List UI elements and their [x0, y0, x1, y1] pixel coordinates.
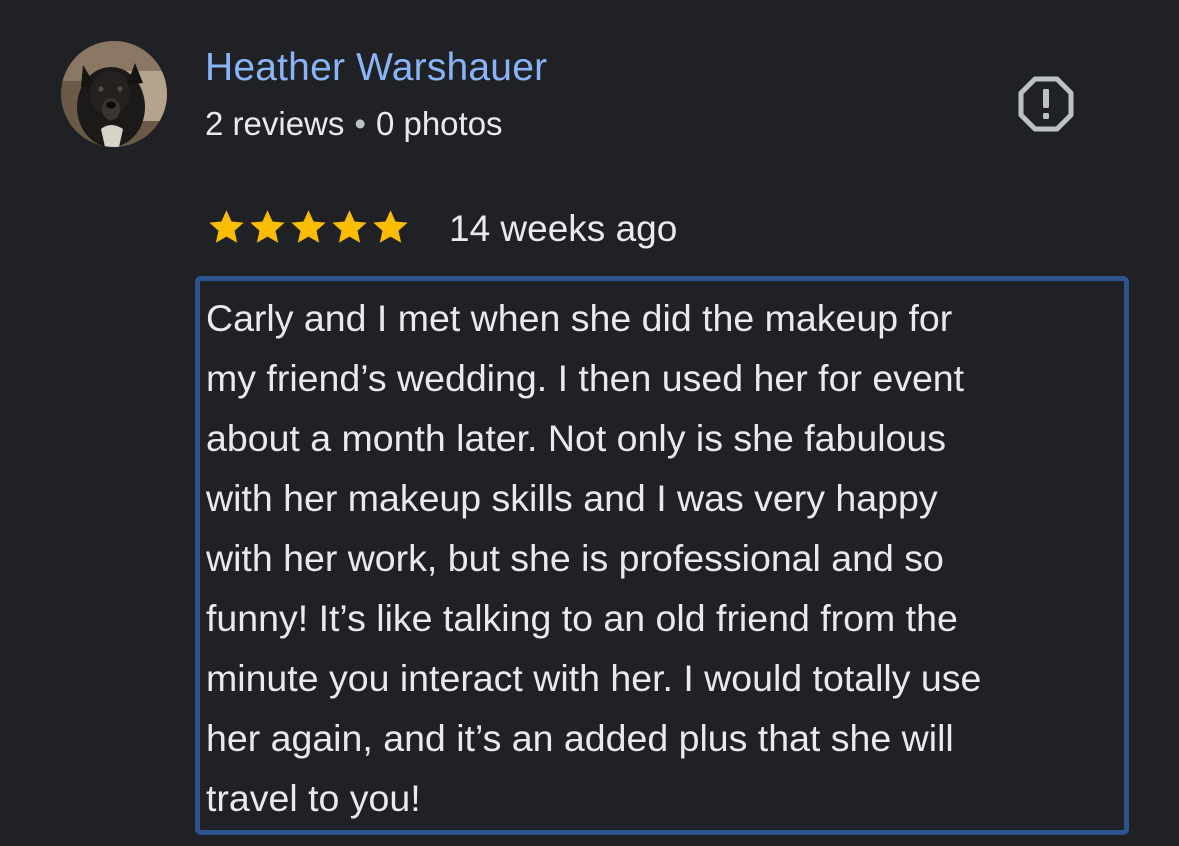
reviewer-avatar[interactable] [61, 41, 167, 147]
star-rating [206, 205, 411, 251]
star-icon [373, 210, 408, 243]
report-review-button[interactable] [1017, 75, 1075, 133]
reviews-count: 2 reviews [205, 105, 345, 142]
review-text: Carly and I met when she did the makeup … [206, 297, 982, 819]
reviewer-stats: 2 reviews • 0 photos [205, 102, 503, 146]
dog-avatar-image [61, 41, 167, 147]
reviewer-name[interactable]: Heather Warshauer [205, 44, 547, 92]
meta-separator: • [354, 105, 366, 142]
report-icon [1018, 76, 1074, 132]
review-date: 14 weeks ago [449, 208, 678, 249]
star-icon [291, 210, 326, 243]
star-icon [209, 210, 244, 243]
star-icon [250, 210, 285, 243]
photos-count: 0 photos [375, 105, 503, 142]
star-icon [332, 210, 367, 243]
